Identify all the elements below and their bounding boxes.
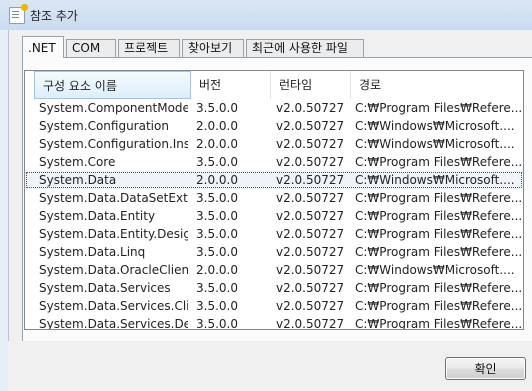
column-header-name[interactable]: 구성 요소 이름 — [34, 71, 191, 99]
add-reference-icon — [9, 4, 28, 24]
tab-recent[interactable]: 최근에 사용한 파일 — [246, 39, 364, 57]
cell-runtime: v2.0.50727 — [276, 281, 345, 295]
cell-runtime: v2.0.50727 — [276, 263, 345, 277]
cell-version: 3.5.0.0 — [196, 101, 238, 115]
cell-runtime: v2.0.50727 — [276, 191, 345, 205]
table-row[interactable]: System.Data.Entity.Design 3.5.0.0 v2.0.507… — [25, 225, 523, 243]
cell-path: C:₩Program Files₩Refere... — [355, 101, 521, 115]
table-row[interactable]: System.Core 3.5.0.0 v2.0.50727 C:₩Program F… — [25, 153, 523, 171]
column-header-version[interactable]: 버전 — [191, 71, 271, 99]
cell-version: 2.0.0.0 — [196, 137, 238, 151]
cell-version: 2.0.0.0 — [196, 173, 238, 187]
cell-component-name: System.Data.Entity.Design — [39, 227, 188, 241]
cell-runtime: v2.0.50727 — [276, 227, 345, 241]
cell-path: C:₩Windows₩Microsoft.... — [355, 263, 515, 277]
cell-version: 3.5.0.0 — [196, 155, 238, 169]
cell-path: C:₩Program Files₩Refere... — [355, 317, 521, 330]
cell-component-name: System.ComponentModel... — [39, 101, 188, 115]
window-title: 참조 추가 — [30, 9, 78, 23]
tab-dotnet[interactable]: .NET — [22, 36, 64, 58]
tab-browse[interactable]: 찾아보기 — [182, 39, 244, 57]
cell-path: C:₩Program Files₩Refere... — [355, 155, 521, 169]
table-row[interactable]: System.Data.Services.Desi... 3.5.0.0 v2.0.… — [25, 315, 523, 330]
cell-runtime: v2.0.50727 — [276, 119, 345, 133]
cell-version: 3.5.0.0 — [196, 191, 238, 205]
component-list[interactable]: 구성 요소 이름 버전 런타임 경로 System.ComponentModel… — [24, 70, 524, 330]
cell-path: C:₩Windows₩Microsoft.... — [355, 173, 515, 187]
cell-version: 3.5.0.0 — [196, 299, 238, 313]
tab-project[interactable]: 프로젝트 — [118, 39, 180, 57]
cell-runtime: v2.0.50727 — [276, 245, 345, 259]
cell-path: C:₩Program Files₩Refere... — [355, 299, 521, 313]
cell-version: 3.5.0.0 — [196, 245, 238, 259]
cell-runtime: v2.0.50727 — [276, 155, 345, 169]
cell-runtime: v2.0.50727 — [276, 209, 345, 223]
cell-component-name: System.Core — [39, 155, 116, 169]
dialog-footer: 확인 — [8, 341, 532, 391]
cell-path: C:₩Program Files₩Refere... — [355, 281, 521, 295]
table-row[interactable]: System.Data.OracleClient 2.0.0.0 v2.0.5072… — [25, 261, 523, 279]
cell-version: 3.5.0.0 — [196, 281, 238, 295]
cell-component-name: System.Data.Services.Desi... — [39, 317, 188, 330]
cell-runtime: v2.0.50727 — [276, 173, 345, 187]
cell-runtime: v2.0.50727 — [276, 101, 345, 115]
cell-runtime: v2.0.50727 — [276, 317, 345, 330]
column-header-path[interactable]: 경로 — [351, 71, 523, 99]
table-row[interactable]: System.Data.Linq 3.5.0.0 v2.0.50727 C:₩Prog… — [25, 243, 523, 261]
cell-version: 3.5.0.0 — [196, 227, 238, 241]
table-row[interactable]: System.Data 2.0.0.0 v2.0.50727 C:₩Windows₩M… — [25, 171, 523, 189]
ok-button[interactable]: 확인 — [445, 357, 526, 380]
table-row[interactable]: System.Data.Services.Client 3.5.0.0 v2.0.5… — [25, 297, 523, 315]
cell-path: C:₩Program Files₩Refere... — [355, 245, 521, 259]
cell-version: 3.5.0.0 — [196, 317, 238, 330]
table-row[interactable]: System.Configuration 2.0.0.0 v2.0.50727 C:₩… — [25, 117, 523, 135]
cell-path: C:₩Windows₩Microsoft.... — [355, 137, 515, 151]
table-row[interactable]: System.Data.Entity 3.5.0.0 v2.0.50727 C:₩Pr… — [25, 207, 523, 225]
cell-component-name: System.Data — [39, 173, 117, 187]
column-header-row: 구성 요소 이름 버전 런타임 경로 — [25, 71, 523, 99]
cell-path: C:₩Windows₩Microsoft.... — [355, 119, 515, 133]
cell-runtime: v2.0.50727 — [276, 299, 345, 313]
cell-path: C:₩Program Files₩Refere... — [355, 209, 521, 223]
cell-component-name: System.Data.Entity — [39, 209, 156, 223]
tab-com[interactable]: COM — [66, 39, 116, 57]
cell-component-name: System.Data.DataSetExten... — [39, 191, 188, 205]
cell-path: C:₩Program Files₩Refere... — [355, 227, 521, 241]
column-header-runtime[interactable]: 런타임 — [271, 71, 351, 99]
cell-runtime: v2.0.50727 — [276, 137, 345, 151]
cell-path: C:₩Program Files₩Refere... — [355, 191, 521, 205]
cell-component-name: System.Configuration — [39, 119, 169, 133]
cell-component-name: System.Data.OracleClient — [39, 263, 188, 277]
cell-component-name: System.Data.Linq — [39, 245, 146, 259]
table-row[interactable]: System.Data.DataSetExten... 3.5.0.0 v2.0.5… — [25, 189, 523, 207]
cell-version: 3.5.0.0 — [196, 209, 238, 223]
table-row[interactable]: System.Configuration.Install 2.0.0.0 v2.0.… — [25, 135, 523, 153]
table-row[interactable]: System.Data.Services 3.5.0.0 v2.0.50727 C:₩… — [25, 279, 523, 297]
cell-version: 2.0.0.0 — [196, 119, 238, 133]
title-bar: 참조 추가 — [0, 0, 532, 30]
cell-version: 2.0.0.0 — [196, 263, 238, 277]
table-row[interactable]: System.ComponentModel... 3.5.0.0 v2.0.5072… — [25, 99, 523, 117]
cell-component-name: System.Configuration.Install — [39, 137, 188, 151]
cell-component-name: System.Data.Services.Client — [39, 299, 188, 313]
list-rows: System.ComponentModel... 3.5.0.0 v2.0.5072… — [25, 99, 523, 330]
cell-component-name: System.Data.Services — [39, 281, 171, 295]
